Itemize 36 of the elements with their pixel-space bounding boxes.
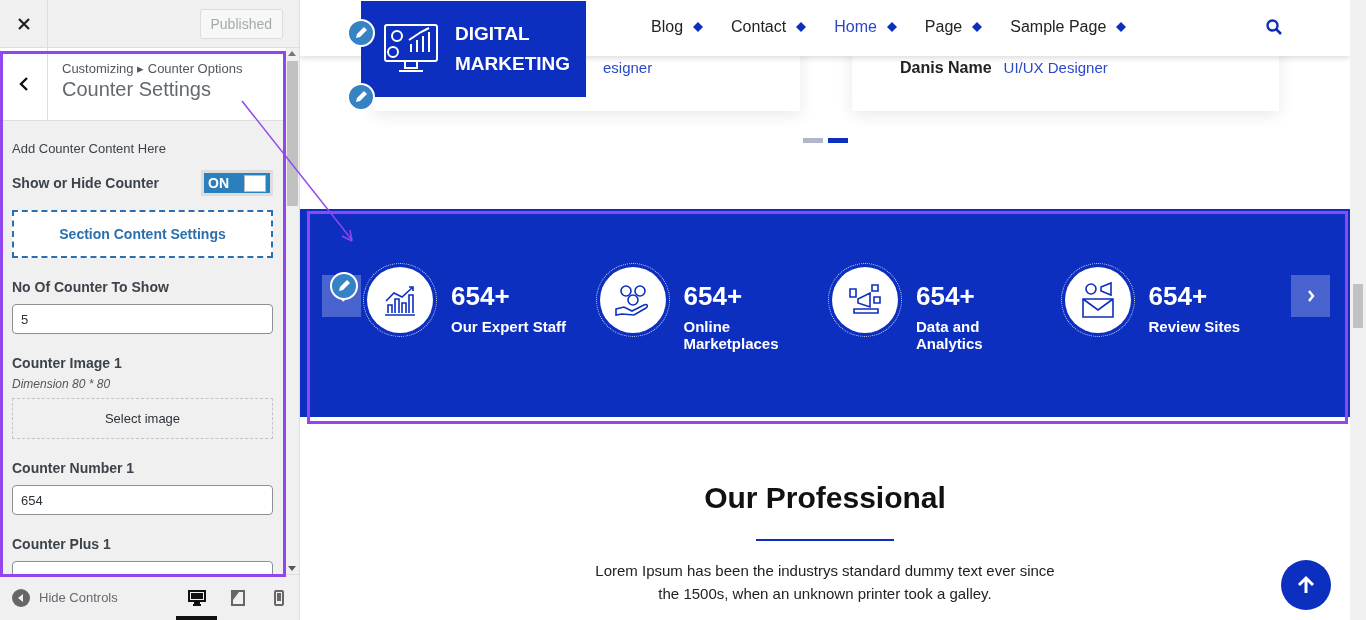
toggle-switch[interactable]: ON (201, 170, 273, 196)
field-label: Counter Plus 1 (12, 536, 112, 552)
field-label: No Of Counter To Show (12, 279, 170, 295)
author-role: esigner (603, 59, 653, 76)
author-role: UI/UX Designer (1003, 59, 1108, 76)
toggle-label: Show or Hide Counter (12, 175, 159, 191)
logo-text: DIGITAL (455, 21, 531, 46)
counter-label: Online Marketplaces (683, 319, 780, 352)
counter-number: 654+ (1148, 281, 1209, 313)
section-description: Add Counter Content Here (12, 141, 167, 156)
nav-link[interactable]: Sample Page (1010, 18, 1107, 36)
hide-controls-button[interactable]: Hide Controls (12, 588, 118, 607)
panel-title: Counter Settings (62, 78, 212, 101)
counter-label: Our Expert Staff (451, 319, 568, 336)
field-label: Counter Number 1 (12, 460, 136, 476)
counter-label: Review Sites (1148, 319, 1242, 336)
section-paragraph: Lorem Ipsum has been the industrys standard dummy text ever since the 1500s, when an unknown printer took a galley. (594, 561, 1056, 605)
nav-link[interactable]: Blog (651, 18, 684, 36)
field-description: Dimension 80 * 80 (12, 377, 112, 391)
logo-text: MARKETING (455, 52, 571, 76)
select-image-button[interactable]: Select image (12, 398, 273, 439)
counter-label: Data and Analytics (916, 319, 984, 352)
input-field[interactable]: 5 (12, 304, 273, 334)
nav-link[interactable]: Contact (731, 18, 787, 36)
counter-number: 654+ (916, 281, 976, 313)
section-heading: Our Professional (704, 481, 946, 515)
nav-link[interactable]: Page (924, 18, 963, 36)
field-label: Counter Image 1 (12, 355, 123, 371)
counter-number: 654+ (451, 281, 511, 313)
nav-link[interactable]: Home (834, 18, 877, 36)
section-settings-button[interactable]: Section Content Settings (12, 210, 273, 258)
site-logo[interactable]: DIGITAL MARKETING (361, 1, 586, 97)
author-name: Danis Name (900, 59, 992, 77)
input-field[interactable]: 654 (12, 485, 273, 515)
counter-number: 654+ (683, 281, 744, 313)
breadcrumb: Customizing ▸ Counter Options (62, 61, 243, 76)
